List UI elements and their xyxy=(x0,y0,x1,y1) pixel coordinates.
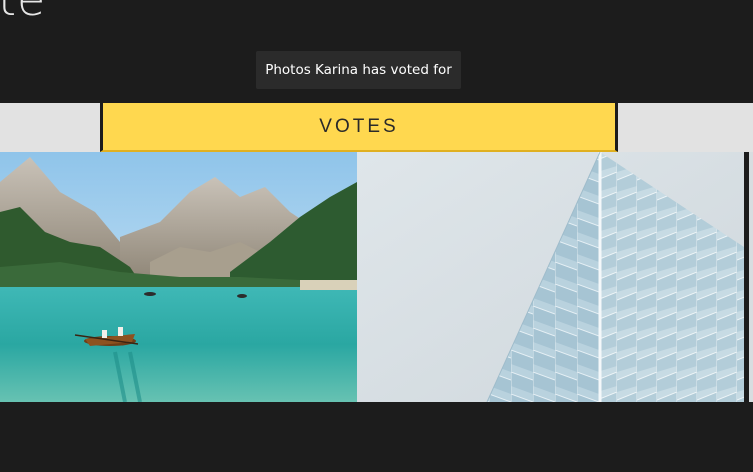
tab-votes[interactable]: VOTES xyxy=(100,103,618,152)
lake-photo-image xyxy=(0,152,357,402)
photo-gallery xyxy=(0,152,753,402)
tab-right[interactable] xyxy=(618,103,753,152)
glass-building-facade-photo[interactable] xyxy=(357,152,744,402)
tab-left[interactable] xyxy=(0,103,100,152)
page-title: te xyxy=(0,0,46,22)
building-photo-image xyxy=(357,152,744,402)
votes-tooltip: Photos Karina has voted for xyxy=(256,51,461,89)
next-photo-edge[interactable] xyxy=(749,152,753,402)
lake-with-rowboat-photo[interactable] xyxy=(0,152,357,402)
tab-bar: VOTES xyxy=(0,103,753,152)
